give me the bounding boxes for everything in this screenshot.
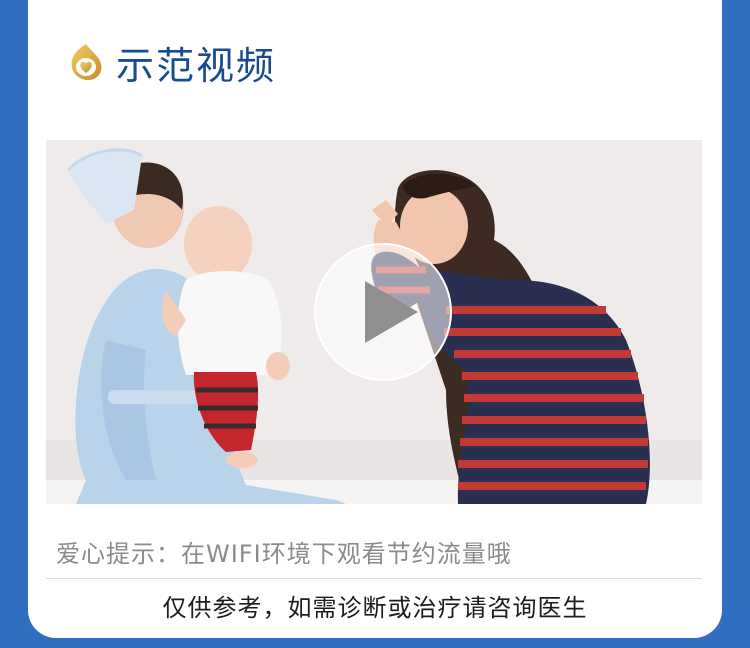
page: 示范视频 爱心提示：在WIFI环境下观看节约流量哦 仅供参考，如需诊断或治疗请咨… [0,0,750,648]
page-title: 示范视频 [116,43,277,88]
wifi-tip-text: 爱心提示：在WIFI环境下观看节约流量哦 [56,540,512,568]
heart-ring-logo-icon [71,44,102,80]
video-player[interactable] [46,140,702,504]
medical-disclaimer: 仅供参考，如需诊断或治疗请咨询医生 [162,594,588,622]
divider [46,578,702,579]
section-header: 示范视频 [68,38,276,88]
content-card: 示范视频 爱心提示：在WIFI环境下观看节约流量哦 仅供参考，如需诊断或治疗请咨… [28,0,722,638]
play-icon[interactable] [312,241,454,383]
